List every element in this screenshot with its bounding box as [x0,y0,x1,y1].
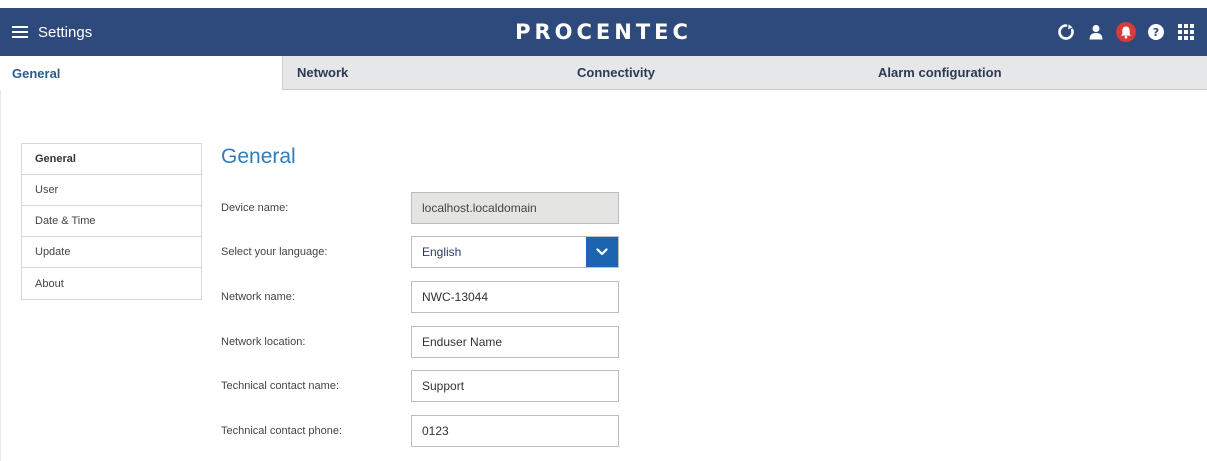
device-name-row: Device name: [221,192,621,224]
network-location-row: Network location: [221,326,621,358]
sidenav-item-user[interactable]: User [22,175,201,206]
sidenav-item-date-time[interactable]: Date & Time [22,206,201,237]
general-side-nav: General User Date & Time Update About [21,143,202,300]
sidenav-item-update[interactable]: Update [22,237,201,268]
contact-phone-label: Technical contact phone: [221,425,343,437]
contact-phone-field[interactable] [411,415,619,447]
sidenav-item-general[interactable]: General [22,144,201,175]
tab-alarm-configuration[interactable]: Alarm configuration [788,56,1207,90]
network-name-field[interactable] [411,281,619,313]
chevron-down-icon[interactable] [586,237,618,267]
header-icon-group: ? [1047,8,1197,56]
hamburger-menu-icon[interactable] [12,26,28,38]
tab-connectivity[interactable]: Connectivity [485,56,788,90]
network-name-row: Network name: [221,281,621,313]
language-label: Select your language: [221,246,328,258]
device-name-field [411,192,619,224]
menu-label: Settings [38,23,93,41]
top-bar: Settings PROCENTEC ? [0,8,1207,56]
help-icon[interactable]: ? [1145,21,1167,43]
settings-menu-button[interactable]: Settings [12,8,92,56]
procentec-logo: PROCENTEC [515,20,692,44]
sidenav-item-about[interactable]: About [22,268,201,299]
network-location-label: Network location: [221,336,306,348]
settings-tabs: General Network Connectivity Alarm confi… [0,56,1207,90]
tab-general[interactable]: General [0,56,282,90]
page-title: General [221,145,296,168]
apps-grid-icon[interactable] [1175,21,1197,43]
contact-name-row: Technical contact name: [221,370,621,402]
language-row: Select your language: English [221,236,621,268]
svg-text:?: ? [1153,26,1159,39]
language-selected-value: English [422,245,462,259]
device-name-label: Device name: [221,202,289,214]
network-name-label: Network name: [221,291,295,303]
contact-name-field[interactable] [411,370,619,402]
bell-icon[interactable] [1115,21,1137,43]
language-select[interactable]: English [411,236,619,268]
contact-name-label: Technical contact name: [221,380,340,392]
network-location-field[interactable] [411,326,619,358]
contact-phone-row: Technical contact phone: [221,415,621,447]
page-divider [0,90,1,461]
tab-network[interactable]: Network [282,56,485,90]
user-icon[interactable] [1085,21,1107,43]
refresh-icon[interactable] [1055,21,1077,43]
